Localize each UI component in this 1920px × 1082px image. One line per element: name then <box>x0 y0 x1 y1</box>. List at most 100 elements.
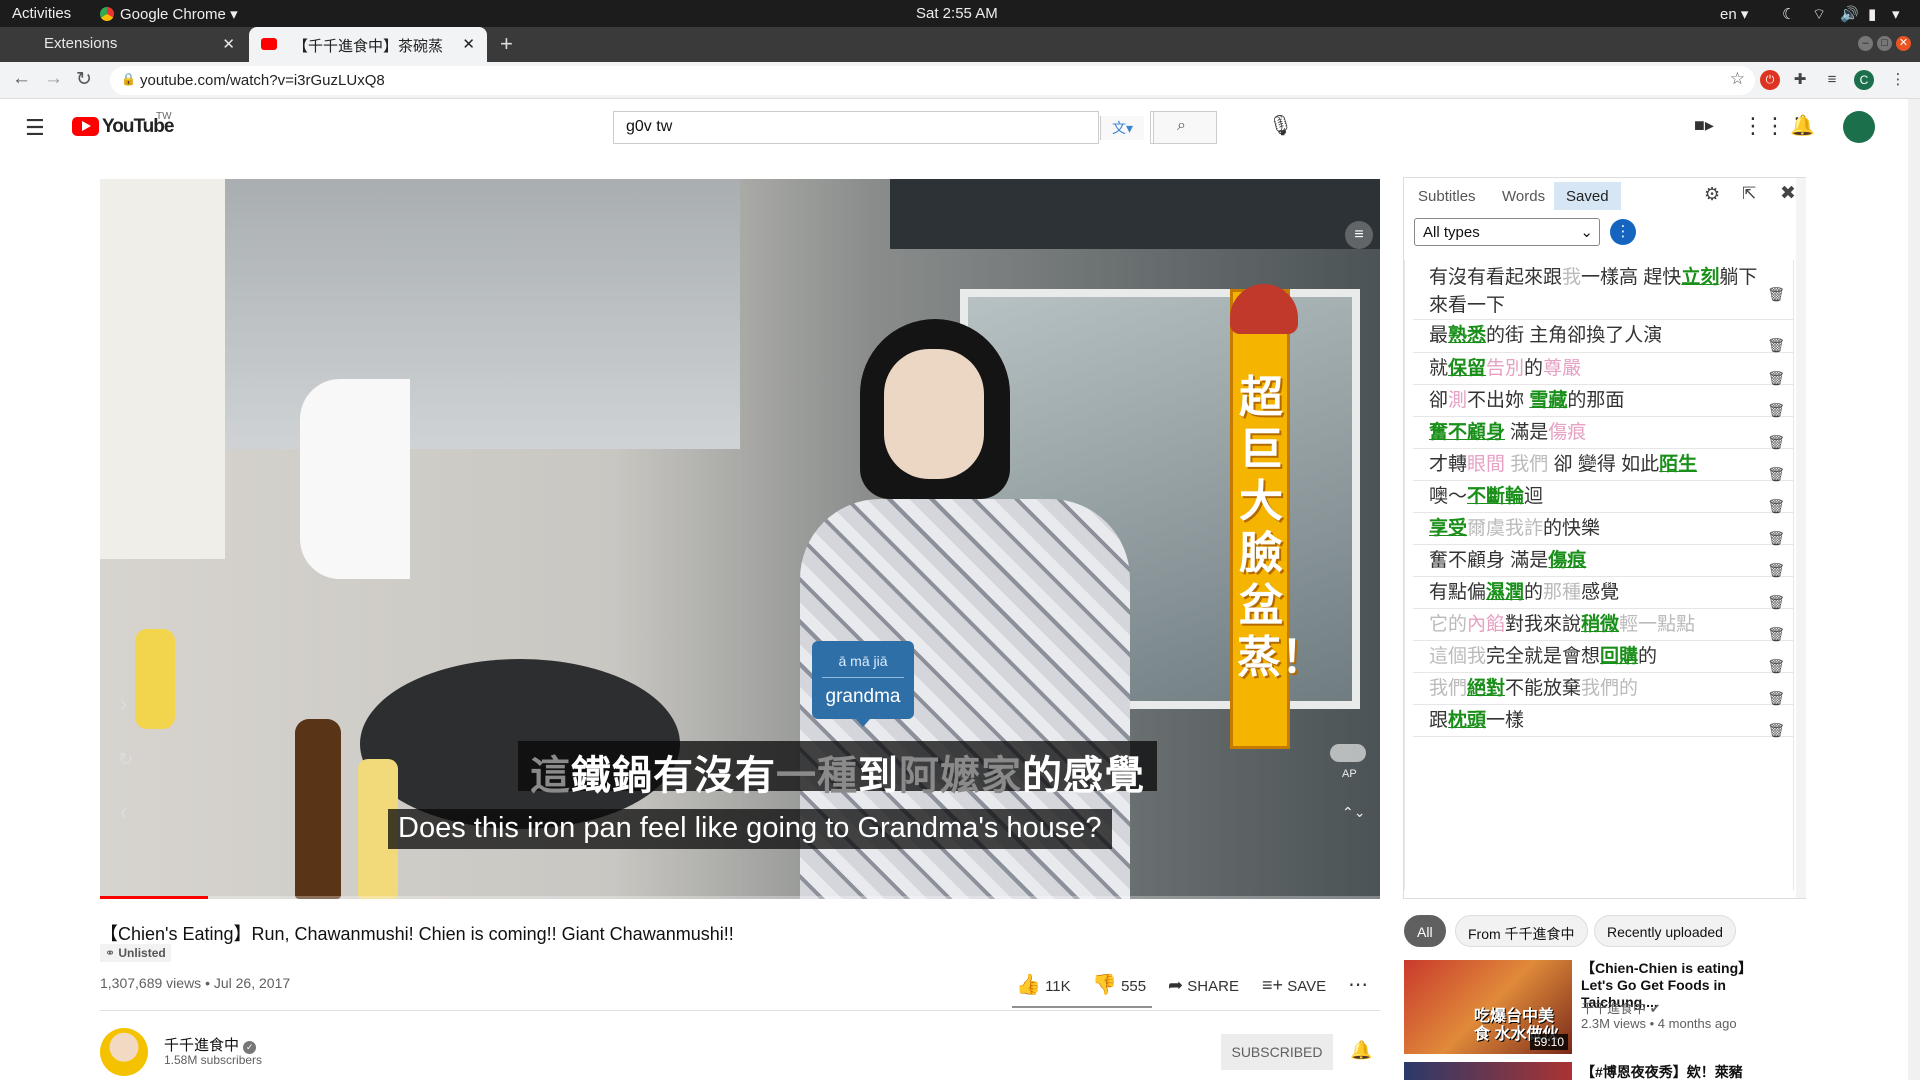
saved-word[interactable]: 立刻 <box>1681 267 1719 288</box>
close-tab-icon[interactable]: ✕ <box>462 35 475 53</box>
saved-word[interactable]: 享受 <box>1429 518 1467 539</box>
new-tab-plus-icon[interactable]: + <box>500 31 513 57</box>
saved-word[interactable]: 奮不顧身 <box>1429 422 1505 443</box>
reading-list-icon[interactable]: ≡ <box>1822 70 1842 90</box>
chip-from-channel[interactable]: From 千千進食中 <box>1455 915 1588 947</box>
subtitle-segment[interactable]: 的感覺 <box>1022 754 1145 798</box>
create-video-icon[interactable]: ■▸ <box>1694 115 1714 136</box>
hamburger-menu-icon[interactable]: ☰ <box>25 115 45 141</box>
video-player[interactable]: 超巨大臉盆蒸！ ≡ › ↻ ‹ AP ⌃⌄ ā mā jiā grandma 這… <box>100 179 1380 899</box>
saved-sentence-row[interactable]: 噢～不斷輪迴 🗑 <box>1413 481 1793 514</box>
settings-gear-icon[interactable]: ⚙ <box>1704 184 1720 205</box>
subtitle-segment[interactable]: 一種 <box>776 754 858 798</box>
subtitle-segment[interactable]: 阿嬤家 <box>899 754 1022 798</box>
tab-youtube-video[interactable]: 【千千進食中】茶碗蒸快 ✕ <box>249 27 487 62</box>
extensions-puzzle-icon[interactable]: ✚ <box>1790 70 1810 90</box>
saved-word[interactable]: 雪藏 <box>1529 390 1567 411</box>
saved-sentence-row[interactable]: 最熟悉的街 主角卻換了人演 🗑 <box>1413 320 1793 353</box>
microphone-icon[interactable]: 🎙 <box>1268 113 1293 138</box>
activities-button[interactable]: Activities <box>12 5 71 22</box>
system-menu-caret-icon[interactable]: ▾ <box>1892 5 1900 23</box>
search-input[interactable]: g0v tw 文▾ <box>613 111 1144 144</box>
saved-word[interactable]: 傷痕 <box>1548 550 1586 571</box>
tab-subtitles[interactable]: Subtitles <box>1406 182 1488 210</box>
saved-word[interactable]: 熟悉 <box>1448 325 1486 346</box>
channel-name[interactable]: 千千進食中 ✓ <box>164 1034 257 1055</box>
saved-sentence-row[interactable]: 奮不顧身 滿是傷痕 🗑 <box>1413 417 1793 450</box>
delete-trash-icon[interactable]: 🗑 <box>1767 280 1785 308</box>
saved-word[interactable]: 保留 <box>1448 358 1486 379</box>
address-bar[interactable]: 🔒 youtube.com/watch?v=i3rGuzLUxQ8 ☆ <box>110 66 1755 95</box>
chevron-left-icon[interactable]: ‹ <box>120 799 127 825</box>
chevron-right-icon[interactable]: › <box>120 691 127 717</box>
saved-sentence-row[interactable]: 它的內餡對我來說稍微輕一點點 🗑 <box>1413 609 1793 642</box>
language-indicator[interactable]: en ▾ <box>1720 5 1748 23</box>
chip-all[interactable]: All <box>1404 915 1446 947</box>
saved-sentence-row[interactable]: 卻測不出妳 雪藏的那面 🗑 <box>1413 385 1793 418</box>
saved-word[interactable]: 絕對 <box>1467 678 1505 699</box>
notifications-bell-icon[interactable]: 🔔 <box>1790 113 1815 138</box>
chip-recently-uploaded[interactable]: Recently uploaded <box>1594 915 1736 947</box>
saved-word[interactable]: 回購 <box>1600 646 1638 667</box>
player-menu-icon[interactable]: ≡ <box>1345 221 1373 249</box>
save-button[interactable]: ≡+ SAVE <box>1262 975 1326 996</box>
notification-bell-icon[interactable]: 🔔 <box>1350 1040 1372 1061</box>
close-tab-icon[interactable]: ✕ <box>222 35 235 53</box>
recommendation-thumbnail-2[interactable] <box>1404 1062 1572 1080</box>
subtitle-segment[interactable]: 到 <box>858 754 899 798</box>
progress-bar[interactable] <box>100 896 1380 899</box>
close-window-icon[interactable]: ✕ <box>1896 36 1911 51</box>
dislike-button[interactable]: 👎 555 <box>1092 972 1146 997</box>
profile-avatar-icon[interactable]: C <box>1854 70 1874 90</box>
expand-collapse-icon[interactable]: ⌃⌄ <box>1342 804 1365 821</box>
subtitle-segment[interactable]: 鐵鍋有沒有 <box>571 754 776 798</box>
reload-icon[interactable]: ↻ <box>76 68 92 91</box>
recommendation-thumbnail[interactable]: 吃爆台中美食 水水做伙 59:10 <box>1404 960 1572 1054</box>
chinese-subtitle[interactable]: 這鐵鍋有沒有一種到阿嬤家的感覺 <box>518 741 1157 798</box>
more-actions-icon[interactable]: ⋯ <box>1348 972 1368 997</box>
clock[interactable]: Sat 2:55 AM <box>916 5 998 22</box>
tab-words[interactable]: Words <box>1490 182 1557 210</box>
saved-sentence-row[interactable]: 有沒有看起來跟我一樣高 趕快立刻躺下來看一下 🗑 <box>1413 260 1793 320</box>
minimize-window-icon[interactable]: – <box>1858 36 1873 51</box>
saved-sentence-row[interactable]: 有點偏濕潤的那種感覺 🗑 <box>1413 577 1793 610</box>
share-button[interactable]: ➦ SHARE <box>1168 975 1239 996</box>
forward-arrow-icon[interactable]: → <box>44 68 63 90</box>
channel-avatar[interactable] <box>100 1028 148 1076</box>
saved-sentence-row[interactable]: 奮不顧身 滿是傷痕 🗑 <box>1413 545 1793 578</box>
saved-sentence-row[interactable]: 享受爾虞我詐的快樂 🗑 <box>1413 513 1793 546</box>
saved-sentence-row[interactable]: 這個我完全就是會想回購的 🗑 <box>1413 641 1793 674</box>
extension-red-icon[interactable]: ⏻ <box>1760 70 1780 90</box>
recommendation-channel[interactable]: 千千進食中 ✔ <box>1581 998 1661 1017</box>
type-filter-select[interactable]: All types ⌄ <box>1414 218 1600 246</box>
saved-sentence-row[interactable]: 才轉眼間 我們 卻 變得 如此陌生 🗑 <box>1413 449 1793 482</box>
saved-word[interactable]: 不斷輪 <box>1467 486 1524 507</box>
recommendation-title-2[interactable]: 【#博恩夜夜秀】欸！萊豬 <box>1581 1062 1781 1082</box>
saved-sentence-row[interactable]: 跟枕頭一樣 🗑 <box>1413 705 1793 738</box>
account-avatar[interactable] <box>1843 111 1875 143</box>
replay-icon[interactable]: ↻ <box>118 749 133 770</box>
saved-word[interactable]: 稍微 <box>1581 614 1619 635</box>
back-arrow-icon[interactable]: ← <box>12 68 31 90</box>
more-options-icon[interactable]: ⋮ <box>1610 219 1636 245</box>
search-button[interactable]: ⌕ <box>1153 111 1217 144</box>
autopause-toggle[interactable] <box>1330 744 1366 762</box>
page-scrollbar[interactable] <box>1908 99 1920 1080</box>
word-popup[interactable]: ā mā jiā grandma <box>812 641 914 727</box>
saved-word[interactable]: 陌生 <box>1659 454 1697 475</box>
maximize-window-icon[interactable]: □ <box>1877 36 1892 51</box>
subscribed-button[interactable]: SUBSCRIBED <box>1221 1034 1333 1070</box>
translate-icon[interactable]: 文▾ <box>1100 116 1144 140</box>
tab-extensions[interactable]: Extensions ✕ <box>0 27 247 62</box>
saved-sentence-row[interactable]: 我們絕對不能放棄我們的 🗑 <box>1413 673 1793 706</box>
app-menu[interactable]: Google Chrome ▾ <box>100 5 238 23</box>
english-subtitle[interactable]: Does this iron pan feel like going to Gr… <box>388 809 1112 849</box>
export-icon[interactable]: ⇱ <box>1742 184 1756 204</box>
close-panel-icon[interactable]: ✖ <box>1780 182 1796 205</box>
saved-word[interactable]: 濕潤 <box>1486 582 1524 603</box>
subtitle-segment[interactable]: 這 <box>530 754 571 798</box>
bookmark-star-icon[interactable]: ☆ <box>1730 69 1745 89</box>
saved-word[interactable]: 枕頭 <box>1448 710 1486 731</box>
saved-sentence-row[interactable]: 就保留告別的尊嚴 🗑 <box>1413 353 1793 386</box>
tab-saved[interactable]: Saved <box>1554 182 1621 210</box>
